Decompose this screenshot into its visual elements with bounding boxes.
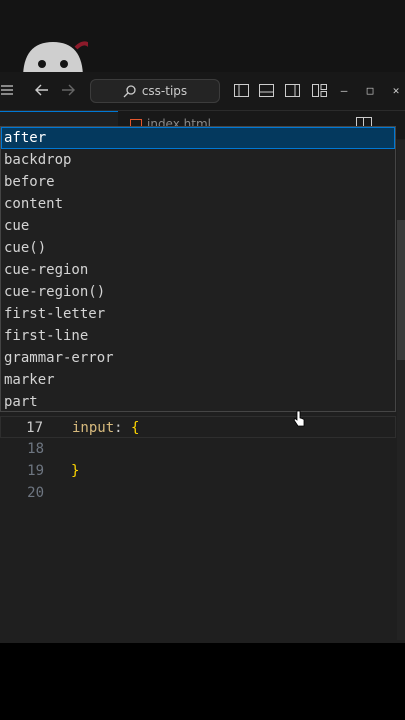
command-center-search[interactable]: css-tips [90,79,220,103]
close-button[interactable]: ✕ [388,80,404,100]
code-colon: : [114,420,132,436]
suggestion-item[interactable]: cue [1,215,395,237]
code-line[interactable]: 17 input: { [0,416,396,438]
suggestion-item[interactable]: first-letter [1,303,395,325]
code-line[interactable]: 18 [0,438,396,460]
forward-arrow-icon[interactable] [58,80,78,100]
toggle-panel-icon[interactable] [257,80,275,100]
suggestion-item[interactable]: content [1,193,395,215]
menu-icon[interactable] [0,80,14,100]
maximize-button[interactable]: □ [362,80,378,100]
suggestion-item[interactable]: cue-region [1,259,395,281]
customize-layout-icon[interactable] [310,80,328,100]
line-number: 17 [26,420,43,436]
code-brace: } [71,463,80,479]
line-number: 18 [27,441,44,457]
suggestion-item[interactable]: after [1,127,395,149]
search-text: css-tips [141,84,188,98]
video-overlay-bottom [0,643,405,720]
toggle-secondary-sidebar-icon[interactable] [283,80,301,100]
search-icon [123,84,136,97]
suggestion-item[interactable]: grammar-error [1,347,395,369]
suggestion-item[interactable]: cue-region() [1,281,395,303]
back-arrow-icon[interactable] [32,80,52,100]
suggestion-item[interactable]: before [1,171,395,193]
code-line[interactable]: 19 } [0,460,396,482]
minimize-button[interactable]: – [336,80,352,100]
code-brace: { [131,420,140,436]
suggestion-item[interactable]: part [1,391,395,413]
editor-scrollbar[interactable] [397,140,405,640]
toggle-primary-sidebar-icon[interactable] [232,80,250,100]
suggestion-widget: after backdrop before content cue cue() … [0,126,396,412]
scrollbar-thumb[interactable] [397,220,405,360]
code-selector: input [72,420,115,436]
line-number: 19 [27,463,44,479]
suggestion-item[interactable]: backdrop [1,149,395,171]
code-line[interactable]: 20 [0,482,396,504]
hand-pointer-icon [293,410,305,427]
suggestion-item[interactable]: cue() [1,237,395,259]
suggestion-item[interactable]: marker [1,369,395,391]
line-number: 20 [27,485,44,501]
suggestion-item[interactable]: first-line [1,325,395,347]
